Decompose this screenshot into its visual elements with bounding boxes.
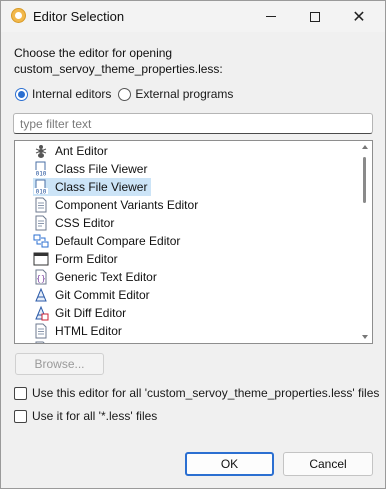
browse-button[interactable]: Browse... <box>15 353 104 375</box>
editor-list-item[interactable]: Git Commit Editor <box>33 286 154 304</box>
editor-list-item[interactable]: HTML Editor <box>33 322 126 340</box>
scrollbar-thumb[interactable] <box>363 157 366 203</box>
editor-list-item-label: HTML Editor <box>55 342 122 343</box>
svg-text:010: 010 <box>36 189 47 196</box>
editor-list-item[interactable]: Ant Editor <box>33 142 112 160</box>
external-programs-label[interactable]: External programs <box>135 87 233 101</box>
editor-list[interactable]: Ant Editor 010 Class File Viewer 010 Class F… <box>14 140 373 344</box>
all-files-label[interactable]: Use this editor for all 'custom_servoy_t… <box>32 386 379 400</box>
title-bar: Editor Selection ✕ <box>1 1 385 32</box>
close-icon: ✕ <box>352 7 366 26</box>
scroll-down-arrow-icon[interactable] <box>362 335 368 339</box>
editor-list-item-label: CSS Editor <box>55 216 115 230</box>
editor-list-item-label: Component Variants Editor <box>55 198 199 212</box>
class-file-icon: 010 <box>33 161 49 178</box>
form-icon <box>33 251 49 267</box>
ant-editor-icon <box>33 143 49 159</box>
class-file-icon: 010 <box>33 179 49 196</box>
git-commit-icon <box>33 287 49 303</box>
editor-list-item[interactable]: 010 Class File Viewer <box>33 178 152 196</box>
app-icon <box>11 8 26 23</box>
editor-list-item-label: Git Commit Editor <box>55 288 150 302</box>
all-extension-label[interactable]: Use it for all '*.less' files <box>32 409 157 423</box>
editor-list-item[interactable]: Git Diff Editor <box>33 304 130 322</box>
compare-icon <box>33 233 49 249</box>
prompt-text: Choose the editor for opening custom_ser… <box>14 45 223 77</box>
svg-text:010: 010 <box>36 171 47 178</box>
maximize-icon <box>310 11 320 22</box>
svg-text:{}: {} <box>36 274 46 283</box>
close-button[interactable]: ✕ <box>337 1 381 32</box>
internal-editors-radio[interactable] <box>15 87 28 101</box>
editor-list-item-label: Default Compare Editor <box>55 234 181 248</box>
minimize-icon <box>266 16 276 17</box>
editor-list-item-label: HTML Editor <box>55 324 122 338</box>
all-files-checkbox[interactable] <box>14 386 27 400</box>
cancel-button[interactable]: Cancel <box>283 452 373 476</box>
editor-list-item-label: Generic Text Editor <box>55 270 157 284</box>
editor-list-item[interactable]: Component Variants Editor <box>33 196 202 214</box>
editor-source-group: Internal editors External programs <box>15 85 240 103</box>
editor-list-item-label: Form Editor <box>55 252 118 266</box>
external-programs-radio[interactable] <box>118 87 132 101</box>
editor-list-item-label: Git Diff Editor <box>55 306 127 320</box>
all-files-option[interactable]: Use this editor for all 'custom_servoy_t… <box>14 384 379 402</box>
editor-list-item-label: Class File Viewer <box>55 180 148 194</box>
prompt-line-1: Choose the editor for opening <box>14 46 173 60</box>
window-title: Editor Selection <box>33 9 125 24</box>
maximize-button[interactable] <box>293 1 337 32</box>
internal-editors-label[interactable]: Internal editors <box>32 87 111 101</box>
all-extension-checkbox[interactable] <box>14 409 27 423</box>
ok-button[interactable]: OK <box>185 452 274 476</box>
filter-input[interactable]: type filter text <box>13 113 373 134</box>
css-file-icon <box>33 215 49 231</box>
editor-list-item[interactable]: 010 Class File Viewer <box>33 160 151 178</box>
git-diff-icon <box>33 305 49 321</box>
html-file-icon <box>33 323 49 339</box>
html-file-icon <box>33 341 49 343</box>
scroll-up-arrow-icon[interactable] <box>362 145 368 149</box>
all-extension-option[interactable]: Use it for all '*.less' files <box>14 407 157 425</box>
minimize-button[interactable] <box>249 1 293 32</box>
editor-list-item-label: Ant Editor <box>55 144 108 158</box>
editor-list-item[interactable]: CSS Editor <box>33 214 118 232</box>
editor-list-item[interactable]: Form Editor <box>33 250 122 268</box>
editor-list-item[interactable]: {} Generic Text Editor <box>33 268 161 286</box>
generic-text-icon: {} <box>33 269 49 285</box>
document-icon <box>33 197 49 213</box>
editor-selection-dialog: Editor Selection ✕ Choose the editor for… <box>0 0 386 489</box>
prompt-line-2: custom_servoy_theme_properties.less: <box>14 62 223 76</box>
editor-list-item[interactable]: HTML Editor <box>33 340 126 343</box>
editor-list-item[interactable]: Default Compare Editor <box>33 232 184 250</box>
editor-list-item-label: Class File Viewer <box>55 162 148 176</box>
